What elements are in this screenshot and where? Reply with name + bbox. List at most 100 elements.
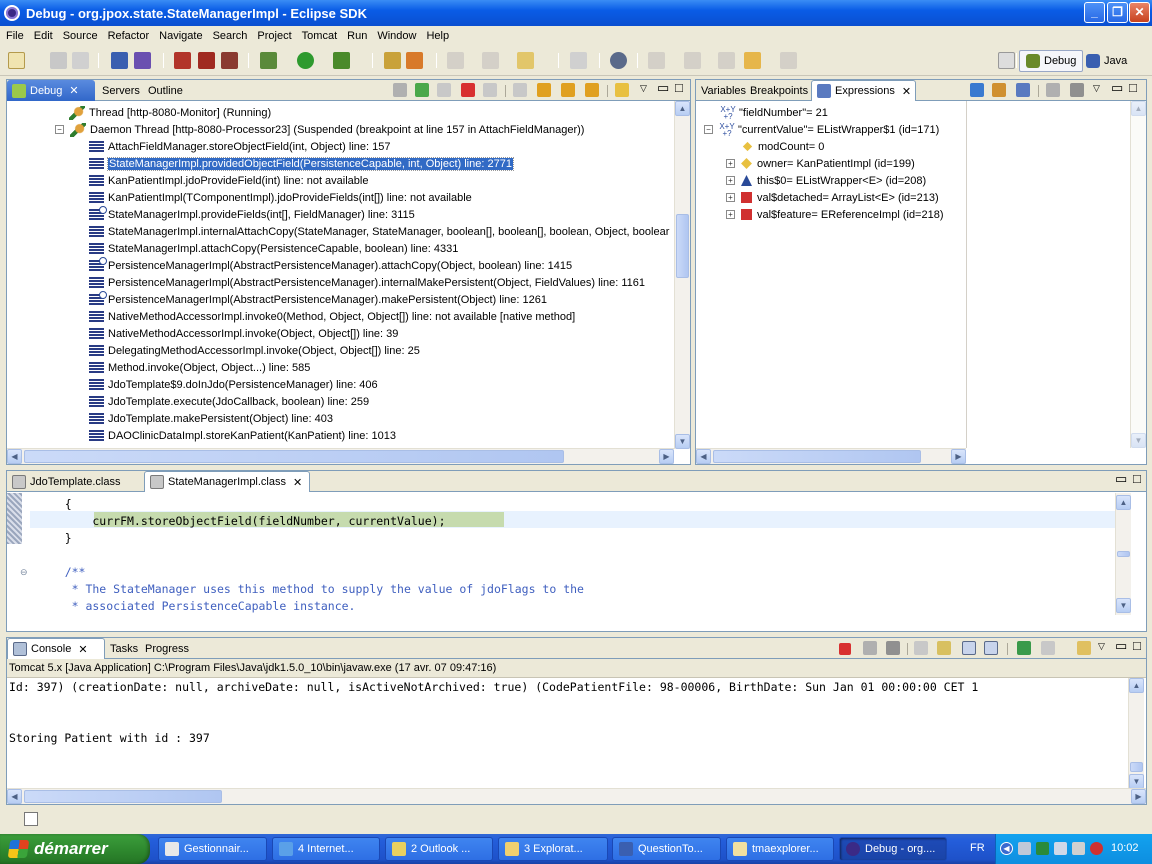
globe-icon[interactable] xyxy=(610,52,627,69)
terminate-console-icon[interactable] xyxy=(839,643,851,655)
remove-terminated-icon[interactable] xyxy=(393,83,407,97)
menu-search[interactable]: Search xyxy=(208,30,253,42)
minimize-button[interactable]: _ xyxy=(1084,2,1105,23)
close-tab-icon[interactable]: ✕ xyxy=(902,85,911,98)
use-step-filters-icon[interactable] xyxy=(615,83,629,97)
show-on-stderr-icon[interactable] xyxy=(984,641,998,655)
stack-frame[interactable]: JdoTemplate.makePersistent(Object) line:… xyxy=(89,410,333,427)
tab-breakpoints[interactable]: Breakpoints xyxy=(745,80,813,101)
collapse-icon[interactable]: − xyxy=(55,125,64,134)
tray-expand-icon[interactable]: ◀ xyxy=(1000,842,1013,855)
show-on-stdout-icon[interactable] xyxy=(962,641,976,655)
expand-icon[interactable]: + xyxy=(726,193,735,202)
stack-frame[interactable]: PersistenceManagerImpl(AbstractPersisten… xyxy=(89,291,547,308)
open-folder-icon[interactable] xyxy=(517,52,534,69)
menu-file[interactable]: File xyxy=(1,30,29,42)
step-over-icon[interactable] xyxy=(537,83,551,97)
show-logical-structure-icon[interactable] xyxy=(992,83,1006,97)
menu-source[interactable]: Source xyxy=(58,30,103,42)
stack-frame[interactable]: DAOClinicDataImpl.storeKanPatient(KanPat… xyxy=(89,427,396,444)
show-type-names-icon[interactable] xyxy=(970,83,984,97)
stack-frame[interactable]: JdoTemplate.execute(JdoCallback, boolean… xyxy=(89,393,369,410)
stack-frame[interactable]: JdoTemplate$9.doInJdo(PersistenceManager… xyxy=(89,376,378,393)
open-task-icon[interactable] xyxy=(134,52,151,69)
code-line-comment[interactable]: * The StateManager uses this method to s… xyxy=(37,582,584,596)
menu-project[interactable]: Project xyxy=(252,30,296,42)
print-icon[interactable] xyxy=(72,52,89,69)
close-tab-icon[interactable]: ✕ xyxy=(293,476,302,489)
tab-tasks[interactable]: Tasks xyxy=(105,638,143,659)
maximize-view-icon[interactable]: □ xyxy=(1133,638,1141,653)
expand-icon[interactable]: + xyxy=(726,210,735,219)
step-return-icon[interactable] xyxy=(561,83,575,97)
debug-hscroll[interactable]: ◀ ▶ xyxy=(7,448,674,464)
back-icon[interactable] xyxy=(718,52,735,69)
menu-run[interactable]: Run xyxy=(342,30,372,42)
expression-row[interactable]: X+Y +? "fieldNumber"= 21 xyxy=(720,104,828,121)
pen-icon[interactable] xyxy=(570,52,587,69)
tab-servers[interactable]: Servers xyxy=(97,80,145,101)
restore-button[interactable]: ❐ xyxy=(1107,2,1128,23)
task-gestionnaire[interactable]: Gestionnair... xyxy=(158,837,267,861)
start-button[interactable]: démarrer xyxy=(0,834,150,864)
variable-row[interactable]: + val$detached= ArrayList<E> (id=213) xyxy=(726,189,939,206)
open-console-icon[interactable] xyxy=(1077,641,1091,655)
open-perspective-icon[interactable] xyxy=(998,52,1015,69)
tab-expressions[interactable]: Expressions ✕ xyxy=(811,80,916,101)
close-tab-icon[interactable]: ✕ xyxy=(69,84,78,97)
debug-vscroll[interactable]: ▲ ▼ xyxy=(674,101,690,449)
detail-pane-divider[interactable] xyxy=(966,101,967,448)
code-line-comment[interactable]: * associated PersistenceCapable instance… xyxy=(37,599,356,613)
expression-row[interactable]: − X+Y +? "currentValue"= EListWrapper$1 (id… xyxy=(704,121,939,138)
tab-variables[interactable]: Variables xyxy=(696,80,751,101)
task-debug-eclipse[interactable]: Debug - org.... xyxy=(839,837,947,861)
collapse-icon[interactable]: − xyxy=(704,125,713,134)
drop-to-frame-icon[interactable] xyxy=(585,83,599,97)
debug-run-icon[interactable] xyxy=(260,52,277,69)
perspective-debug[interactable]: Debug xyxy=(1019,50,1084,72)
remove-launch-icon[interactable] xyxy=(863,641,877,655)
task-internet[interactable]: 4 Internet... xyxy=(272,837,380,861)
task-questionto[interactable]: QuestionTo... xyxy=(612,837,721,861)
editor-vscroll[interactable]: ▲ ▼ xyxy=(1115,493,1131,615)
view-menu-icon[interactable]: ▽ xyxy=(640,83,647,94)
stack-frame[interactable]: StateManagerImpl.provideFields(int[], Fi… xyxy=(89,206,415,223)
menu-refactor[interactable]: Refactor xyxy=(103,30,155,42)
stack-frame[interactable]: KanPatientImpl(TComponentImpl).jdoProvid… xyxy=(89,189,472,206)
fast-view-icon[interactable] xyxy=(24,812,38,826)
pin-console-icon[interactable] xyxy=(1017,641,1031,655)
menu-tomcat[interactable]: Tomcat xyxy=(297,30,342,42)
new-class-icon[interactable] xyxy=(406,52,423,69)
view-menu-icon[interactable]: ▽ xyxy=(1093,83,1100,94)
stack-frame[interactable]: PersistenceManagerImpl(AbstractPersisten… xyxy=(89,257,572,274)
resume-icon[interactable] xyxy=(415,83,429,97)
variable-row[interactable]: modCount= 0 xyxy=(742,138,824,155)
stack-frame[interactable]: DelegatingMethodAccessorImpl.invoke(Obje… xyxy=(89,342,420,359)
step-into-icon[interactable] xyxy=(513,83,527,97)
disconnect-icon[interactable] xyxy=(483,83,497,97)
menu-edit[interactable]: Edit xyxy=(29,30,58,42)
antivirus-icon[interactable] xyxy=(1036,842,1049,855)
clear-console-icon[interactable] xyxy=(914,641,928,655)
maximize-view-icon[interactable]: □ xyxy=(675,80,683,95)
suspend-icon[interactable] xyxy=(437,83,451,97)
monitor-icon[interactable] xyxy=(1054,842,1067,855)
console-vscroll[interactable]: ▲ ▼ xyxy=(1128,678,1144,789)
stack-frame[interactable]: AttachFieldManager.storeObjectField(int,… xyxy=(89,138,390,155)
stack-frame[interactable]: StateManagerImpl.attachCopy(PersistenceC… xyxy=(89,240,458,257)
menu-window[interactable]: Window xyxy=(372,30,421,42)
stack-frame[interactable]: NativeMethodAccessorImpl.invoke0(Method,… xyxy=(89,308,575,325)
network-icon[interactable] xyxy=(1018,842,1031,855)
clock[interactable]: 10:02 xyxy=(1111,842,1139,854)
next-annotation-icon[interactable] xyxy=(684,52,701,69)
run-icon[interactable] xyxy=(297,52,314,69)
menu-navigate[interactable]: Navigate xyxy=(154,30,207,42)
tab-console[interactable]: Console ✕ xyxy=(7,638,105,659)
thread-row[interactable]: Thread [http-8080-Monitor] (Running) xyxy=(69,104,271,121)
stack-frame[interactable]: PersistenceManagerImpl(AbstractPersisten… xyxy=(89,274,645,291)
tomcat-restart-icon[interactable] xyxy=(221,52,238,69)
task-tmaexplorer[interactable]: tmaexplorer... xyxy=(726,837,834,861)
minimize-view-icon[interactable]: ▭ xyxy=(1115,471,1127,487)
tomcat-start-icon[interactable] xyxy=(174,52,191,69)
collapse-all-icon[interactable] xyxy=(1016,83,1030,97)
